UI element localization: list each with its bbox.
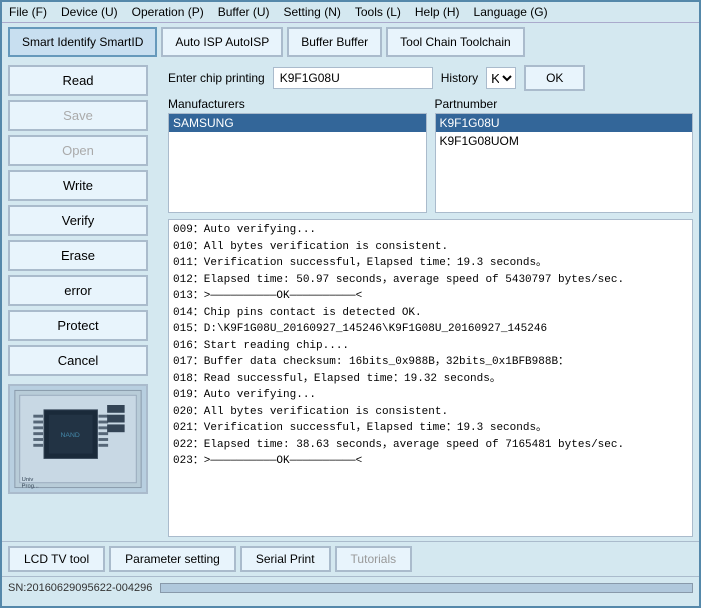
menu-file[interactable]: File (F) [6, 4, 50, 20]
ok-button[interactable]: OK [524, 65, 585, 91]
erase-button[interactable]: Erase [8, 240, 148, 271]
chip-input-row: Enter chip printing History K9F1G08U OK [168, 65, 693, 91]
log-line: 022：Elapsed time: 38.63 seconds，average … [173, 437, 688, 454]
log-line: 016：Start reading chip.... [173, 338, 688, 355]
log-line: 011：Verification successful，Elapsed time… [173, 255, 688, 272]
tab-smart-identify[interactable]: Smart Identify SmartID [8, 27, 157, 57]
tabbar: Smart Identify SmartID Auto ISP AutoISP … [2, 23, 699, 61]
history-dropdown[interactable]: K9F1G08U [486, 67, 516, 89]
log-line: 015：D:\K9F1G08U_20160927_145246\K9F1G08U… [173, 321, 688, 338]
log-line: 019：Auto verifying... [173, 387, 688, 404]
cancel-button[interactable]: Cancel [8, 345, 148, 376]
progress-bar [160, 583, 693, 593]
manufacturers-list[interactable]: SAMSUNG [168, 113, 427, 213]
right-panel: Enter chip printing History K9F1G08U OK … [168, 65, 693, 537]
menu-language[interactable]: Language (G) [471, 4, 551, 20]
write-button[interactable]: Write [8, 170, 148, 201]
selector-row: Manufacturers SAMSUNG Partnumber K9F1G08… [168, 97, 693, 213]
lcd-tv-tool-button[interactable]: LCD TV tool [8, 546, 105, 572]
verify-button[interactable]: Verify [8, 205, 148, 236]
partnumber-col: Partnumber K9F1G08U K9F1G08UOM [435, 97, 694, 213]
log-line: 020：All bytes verification is consistent… [173, 404, 688, 421]
log-line: 010：All bytes verification is consistent… [173, 239, 688, 256]
tutorials-button[interactable]: Tutorials [335, 546, 413, 572]
log-line: 014：Chip pins contact is detected OK. [173, 305, 688, 322]
error-button[interactable]: error [8, 275, 148, 306]
menu-device[interactable]: Device (U) [58, 4, 121, 20]
list-item[interactable]: SAMSUNG [169, 114, 426, 132]
parameter-setting-button[interactable]: Parameter setting [109, 546, 236, 572]
read-button[interactable]: Read [8, 65, 148, 96]
log-line: 012：Elapsed time: 50.97 seconds，average … [173, 272, 688, 289]
list-item[interactable]: K9F1G08UOM [436, 132, 693, 150]
tab-buffer[interactable]: Buffer Buffer [287, 27, 382, 57]
partnumber-list[interactable]: K9F1G08U K9F1G08UOM [435, 113, 694, 213]
history-label: History [441, 71, 478, 85]
log-line: 017：Buffer data checksum: 16bits_0x988B，… [173, 354, 688, 371]
log-line: 009：Auto verifying... [173, 222, 688, 239]
log-area[interactable]: 009：Auto verifying...010：All bytes verif… [168, 219, 693, 537]
menu-setting[interactable]: Setting (N) [281, 4, 344, 20]
manufacturers-col: Manufacturers SAMSUNG [168, 97, 427, 213]
status-text: SN:20160629095622-004296 [8, 582, 152, 594]
bottom-toolbar: LCD TV tool Parameter setting Serial Pri… [2, 541, 699, 576]
svg-text:Univ: Univ [22, 477, 34, 483]
statusbar: SN:20160629095622-004296 [2, 576, 699, 598]
partnumber-label: Partnumber [435, 97, 694, 111]
log-line: 018：Read successful，Elapsed time：19.32 s… [173, 371, 688, 388]
open-button[interactable]: Open [8, 135, 148, 166]
chip-input-label: Enter chip printing [168, 71, 265, 85]
chip-input-field[interactable] [273, 67, 433, 89]
protect-button[interactable]: Protect [8, 310, 148, 341]
main-content: Read Save Open Write Verify Erase error … [2, 61, 699, 541]
menu-buffer[interactable]: Buffer (U) [215, 4, 273, 20]
log-line: 023：>——————————OK——————————< [173, 453, 688, 470]
menu-operation[interactable]: Operation (P) [129, 4, 207, 20]
svg-text:Prog...: Prog... [22, 484, 40, 490]
device-image: NAND Univ Pro [8, 384, 148, 494]
menubar: File (F) Device (U) Operation (P) Buffer… [2, 2, 699, 23]
log-line: 013：>——————————OK——————————< [173, 288, 688, 305]
tab-auto-isp[interactable]: Auto ISP AutoISP [161, 27, 283, 57]
save-button[interactable]: Save [8, 100, 148, 131]
list-item[interactable]: K9F1G08U [436, 114, 693, 132]
menu-help[interactable]: Help (H) [412, 4, 463, 20]
tab-tool-chain[interactable]: Tool Chain Toolchain [386, 27, 525, 57]
manufacturers-label: Manufacturers [168, 97, 427, 111]
menu-tools[interactable]: Tools (L) [352, 4, 404, 20]
log-line: 021：Verification successful，Elapsed time… [173, 420, 688, 437]
serial-print-button[interactable]: Serial Print [240, 546, 331, 572]
svg-text:NAND: NAND [61, 432, 80, 439]
sidebar: Read Save Open Write Verify Erase error … [8, 65, 168, 537]
